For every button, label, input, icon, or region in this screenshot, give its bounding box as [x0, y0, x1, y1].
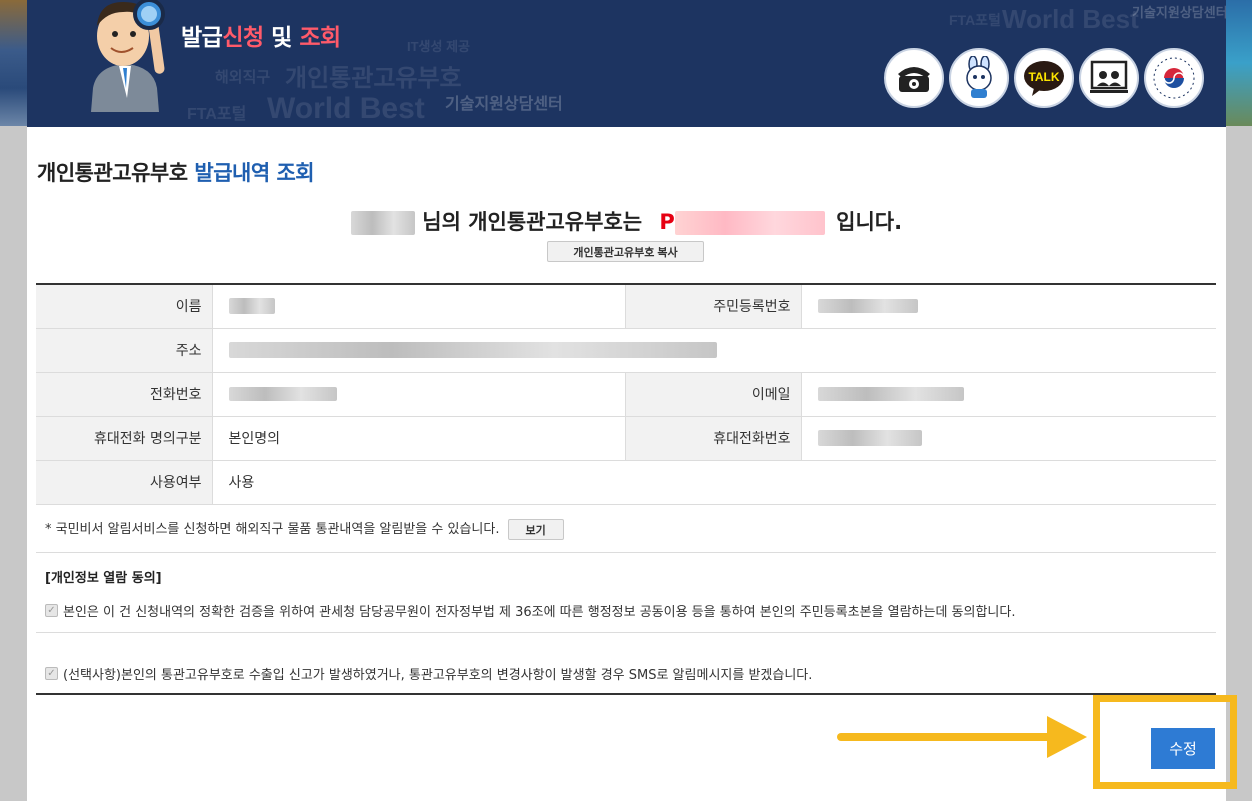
video-consult-icon[interactable]	[1079, 48, 1139, 108]
email-value	[800, 372, 1216, 417]
bg-word: 해외직구	[215, 69, 271, 86]
code-message: 님의 개인통관고유부호는 P 입니다.	[27, 206, 1226, 236]
rrn-value	[800, 284, 1216, 329]
usage-value: 사용	[211, 460, 1216, 505]
consent-item-2: ✓ (선택사항)본인의 통관고유부호로 수출입 신고가 발생하였거나, 통관고유…	[45, 664, 812, 683]
bg-word: FTA포털	[187, 106, 247, 123]
header-banner: World Best 개인통관고유부호 FTA포털 기술지원상담센터 해외직구 …	[27, 0, 1226, 127]
divider	[36, 552, 1216, 553]
table-row: 주소	[36, 328, 1216, 373]
phone-icon[interactable]	[884, 48, 944, 108]
mascot-character	[91, 0, 165, 112]
mobile-value	[800, 416, 1216, 461]
content-panel: 개인통관고유부호 발급내역 조회 님의 개인통관고유부호는 P 입니다. 개인통…	[27, 127, 1237, 801]
page-title-main: 개인통관고유부호	[37, 161, 188, 185]
redacted-value	[228, 387, 337, 401]
info-table: 이름 주민등록번호 주소 전화번호 이메일 휴대전화 명의구분 본인명의 휴대전…	[36, 283, 1216, 505]
kakao-label: TALK	[1028, 70, 1059, 84]
notice: * 국민비서 알림서비스를 신청하면 해외직구 물품 통관내역을 알림받을 수 …	[45, 518, 564, 540]
code-prefix: P	[659, 210, 675, 234]
right-background-strip	[1226, 0, 1252, 801]
kakao-talk-icon[interactable]: TALK	[1014, 48, 1074, 108]
title-text: 발급	[181, 25, 223, 51]
copy-code-button[interactable]: 개인통관고유부호 복사	[547, 241, 704, 262]
page-title-sub: 발급내역 조회	[194, 161, 315, 185]
title-text: 및	[263, 25, 300, 51]
message-end: 입니다.	[836, 210, 903, 234]
left-header-photo	[0, 0, 27, 126]
redacted-value	[817, 430, 922, 446]
bg-word: FTA포털	[949, 12, 1001, 28]
redacted-value	[228, 298, 275, 315]
redacted-name	[350, 211, 415, 235]
name-value	[211, 284, 625, 329]
consent-item-1: ✓ 본인은 이 건 신청내역의 정확한 검증을 위하여 관세청 담당공무원이 전…	[45, 601, 1015, 620]
consent-text-2: (선택사항)본인의 통관고유부호로 수출입 신고가 발생하였거나, 통관고유부호…	[63, 668, 813, 683]
page-banner-title: 발급신청 및 조회	[181, 18, 341, 52]
notice-text: * 국민비서 알림서비스를 신청하면 해외직구 물품 통관내역을 알림받을 수 …	[45, 522, 500, 537]
consent-title: [개인정보 열람 동의]	[45, 571, 162, 586]
consent-checkbox-1[interactable]: ✓	[45, 604, 58, 617]
mascot-chat-icon[interactable]	[949, 48, 1009, 108]
table-row: 이름 주민등록번호	[36, 284, 1216, 329]
usage-label: 사용여부	[36, 460, 212, 505]
consent-text-1: 본인은 이 건 신청내역의 정확한 검증을 위하여 관세청 담당공무원이 전자정…	[63, 605, 1016, 620]
edit-button[interactable]: 수정	[1151, 728, 1215, 769]
quick-icons: TALK	[884, 48, 1204, 108]
title-highlight: 조회	[299, 25, 341, 51]
bg-word: 개인통관고유부호	[285, 65, 462, 92]
address-label: 주소	[36, 328, 212, 373]
message-text: 님의 개인통관고유부호는	[422, 210, 643, 234]
redacted-value	[817, 299, 918, 314]
redacted-value	[817, 387, 964, 401]
bg-word: 기술지원상담센터	[445, 96, 563, 113]
table-row: 휴대전화 명의구분 본인명의 휴대전화번호	[36, 416, 1216, 461]
rrn-label: 주민등록번호	[624, 284, 801, 329]
bg-word: World Best	[267, 92, 425, 125]
table-row: 전화번호 이메일	[36, 372, 1216, 417]
phone-value	[211, 372, 625, 417]
government-emblem-icon[interactable]	[1144, 48, 1204, 108]
mobile-type-value: 본인명의	[211, 416, 625, 461]
right-header-photo	[1226, 0, 1252, 126]
divider-bottom	[36, 693, 1216, 695]
page-title: 개인통관고유부호 발급내역 조회	[37, 157, 315, 187]
bg-word: IT생성 제공	[407, 39, 471, 54]
title-highlight: 신청	[222, 25, 264, 51]
table-row: 사용여부 사용	[36, 460, 1216, 505]
divider	[36, 632, 1216, 633]
redacted-value	[228, 342, 717, 358]
redacted-code	[674, 211, 825, 235]
phone-label: 전화번호	[36, 372, 212, 417]
mobile-label: 휴대전화번호	[624, 416, 801, 461]
bg-word: World Best	[1002, 4, 1139, 34]
bg-word: 기술지원상담센터	[1132, 5, 1226, 20]
view-button[interactable]: 보기	[507, 519, 564, 540]
address-value	[211, 328, 1216, 373]
arrow-annotation-icon	[837, 716, 1087, 758]
consent-checkbox-2[interactable]: ✓	[45, 667, 58, 680]
mobile-type-label: 휴대전화 명의구분	[36, 416, 212, 461]
left-background-strip	[0, 0, 27, 801]
name-label: 이름	[36, 284, 212, 329]
email-label: 이메일	[624, 372, 801, 417]
